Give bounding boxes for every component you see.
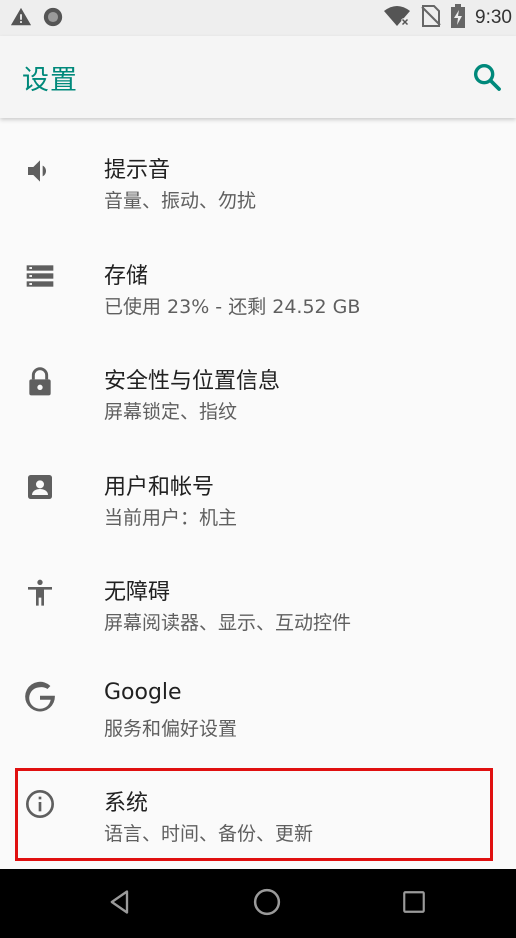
no-sim-icon [421, 4, 441, 32]
record-icon [42, 6, 64, 32]
battery-charging-icon [451, 4, 466, 32]
setting-subtitle: 屏幕锁定、指纹 [104, 401, 238, 423]
home-button[interactable] [246, 883, 288, 925]
warning-icon [10, 6, 32, 32]
status-time: 9:30 [475, 7, 512, 28]
setting-title: 系统 [104, 791, 149, 816]
setting-title: 安全性与位置信息 [104, 369, 281, 394]
setting-accessibility[interactable]: 无障碍 屏幕阅读器、显示、互动控件 [0, 540, 516, 646]
setting-subtitle: 语言、时间、备份、更新 [104, 823, 314, 845]
status-bar: 9:30 [0, 0, 516, 36]
back-button[interactable] [99, 883, 141, 925]
accessibility-icon [20, 540, 60, 645]
setting-accounts[interactable]: 用户和帐号 当前用户：机主 [0, 435, 516, 541]
setting-title: 无障碍 [104, 580, 171, 605]
setting-storage[interactable]: 存储 已使用 23% - 还剩 24.52 GB [0, 224, 516, 330]
setting-title: 提示音 [104, 158, 171, 183]
recents-icon [401, 889, 427, 919]
lock-icon [20, 329, 60, 434]
recents-button[interactable] [393, 883, 435, 925]
back-icon [106, 888, 134, 920]
setting-subtitle: 已使用 23% - 还剩 24.52 GB [104, 295, 361, 318]
account-box-icon [20, 435, 60, 540]
info-icon [20, 751, 60, 856]
wifi-off-icon [383, 4, 411, 32]
setting-subtitle: 当前用户：机主 [104, 506, 238, 529]
search-icon [470, 63, 504, 98]
setting-security[interactable]: 安全性与位置信息 屏幕锁定、指纹 [0, 329, 516, 435]
setting-title: Google [104, 679, 182, 705]
setting-title: 用户和帐号 [104, 474, 215, 500]
setting-google[interactable]: Google 服务和偏好设置 [0, 646, 516, 752]
setting-sound[interactable]: 提示音 音量、振动、勿扰 [0, 118, 516, 224]
setting-subtitle: 音量、振动、勿扰 [104, 190, 257, 212]
page-title: 设置 [22, 65, 78, 96]
setting-system[interactable]: 系统 语言、时间、备份、更新 [0, 751, 516, 857]
settings-list: 提示音 音量、振动、勿扰 存储 已使用 23% - 还剩 24.52 GB 安全… [0, 118, 516, 857]
setting-title: 存储 [104, 263, 149, 289]
setting-subtitle: 服务和偏好设置 [104, 717, 238, 740]
google-icon [20, 646, 60, 751]
home-icon [252, 887, 282, 921]
volume-icon [20, 118, 60, 223]
settings-screen: 9:30 设置 提示音 音量、振动、勿扰 存储 已使用 23% - 还剩 24.… [0, 0, 516, 938]
search-button[interactable] [470, 60, 504, 94]
navigation-bar [0, 869, 516, 938]
app-bar: 设置 [0, 36, 516, 118]
storage-icon [20, 224, 60, 329]
setting-subtitle: 屏幕阅读器、显示、互动控件 [104, 612, 352, 634]
